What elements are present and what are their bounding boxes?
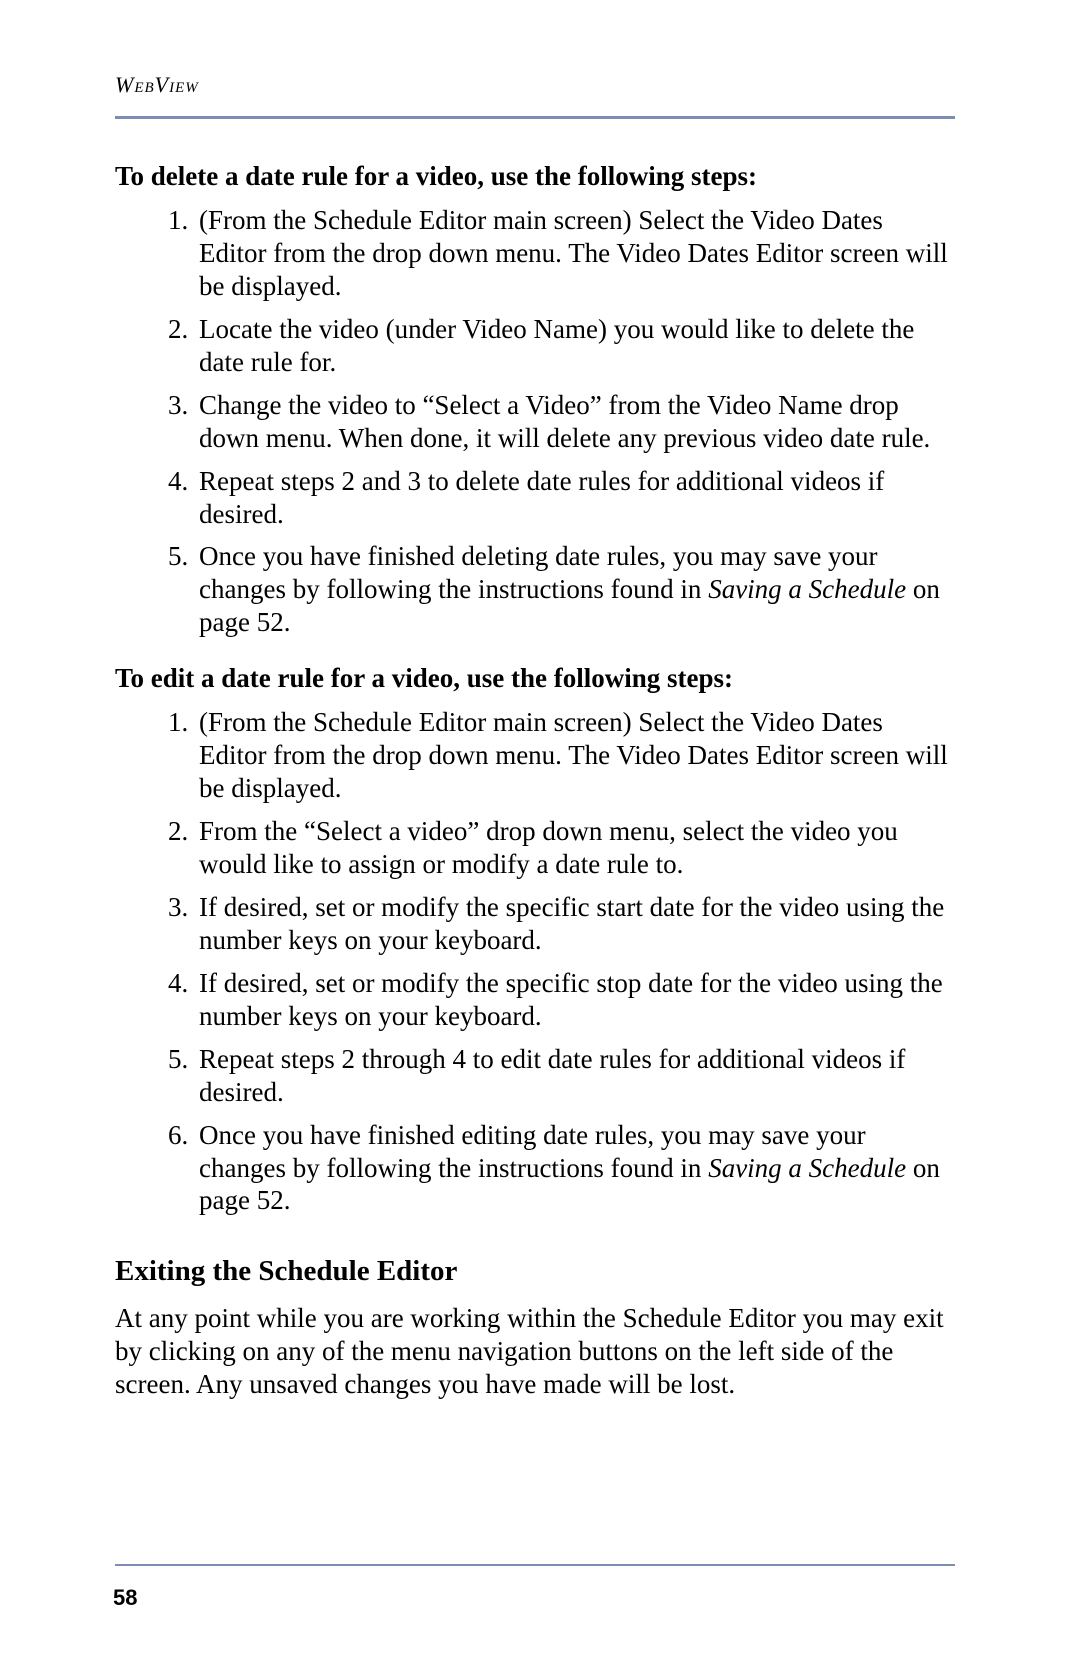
header-rule xyxy=(115,116,955,119)
list-item: (From the Schedule Editor main screen) S… xyxy=(195,204,955,303)
delete-steps: (From the Schedule Editor main screen) S… xyxy=(115,204,955,639)
list-item: Once you have finished editing date rule… xyxy=(195,1119,955,1218)
page: WebView To delete a date rule for a vide… xyxy=(0,0,1080,1669)
exit-heading: Exiting the Schedule Editor xyxy=(115,1255,955,1288)
running-head: WebView xyxy=(115,72,955,98)
list-item: If desired, set or modify the specific s… xyxy=(195,967,955,1033)
cross-ref: Saving a Schedule xyxy=(708,574,906,604)
list-item: (From the Schedule Editor main screen) S… xyxy=(195,706,955,805)
cross-ref: Saving a Schedule xyxy=(708,1153,906,1183)
list-item: Repeat steps 2 and 3 to delete date rule… xyxy=(195,465,955,531)
list-item: Locate the video (under Video Name) you … xyxy=(195,313,955,379)
list-item: From the “Select a video” drop down menu… xyxy=(195,815,955,881)
list-item: Change the video to “Select a Video” fro… xyxy=(195,389,955,455)
page-number: 58 xyxy=(113,1585,137,1611)
list-item: If desired, set or modify the specific s… xyxy=(195,891,955,957)
edit-lead: To edit a date rule for a video, use the… xyxy=(115,663,955,694)
edit-steps: (From the Schedule Editor main screen) S… xyxy=(115,706,955,1217)
delete-lead: To delete a date rule for a video, use t… xyxy=(115,161,955,192)
list-item: Once you have finished deleting date rul… xyxy=(195,540,955,639)
list-item: Repeat steps 2 through 4 to edit date ru… xyxy=(195,1043,955,1109)
footer-rule xyxy=(115,1564,955,1566)
exit-body: At any point while you are working withi… xyxy=(115,1302,955,1401)
